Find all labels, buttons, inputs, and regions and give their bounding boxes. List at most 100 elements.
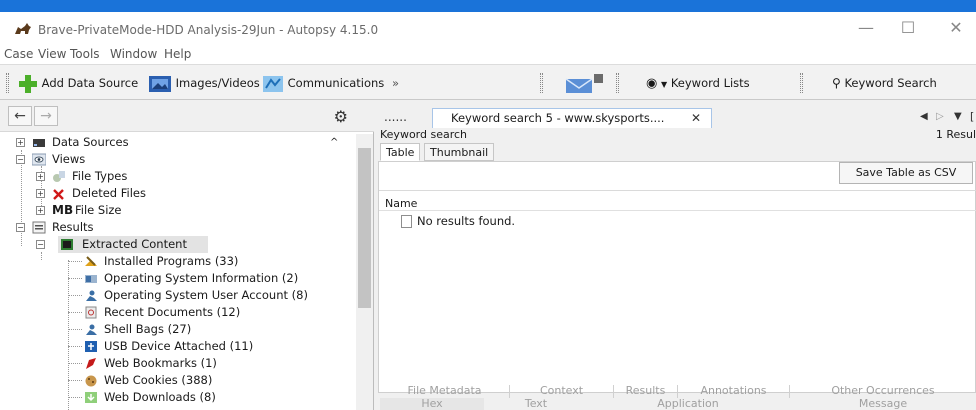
result-header: Keyword search 1 Resul [376, 128, 976, 141]
tree-scrollbar[interactable] [356, 134, 373, 410]
save-table-as-csv-button[interactable]: Save Table as CSV [839, 162, 973, 184]
tree-item-label: File Types [72, 169, 128, 183]
usb-icon [85, 341, 97, 352]
extracted-content-icon [61, 239, 73, 250]
toolbar-grip [616, 73, 619, 93]
tree-item-file-types[interactable]: + File Types [0, 168, 356, 185]
tab-file-metadata[interactable]: File Metadata [380, 385, 510, 398]
tree-item-label: Deleted Files [72, 186, 146, 200]
tab-thumbnail[interactable]: Thumbnail [424, 143, 495, 161]
tree-item-installed-programs[interactable]: Installed Programs (33) [84, 253, 354, 270]
expand-icon[interactable]: + [36, 172, 45, 181]
result-viewer-panel: ...... Keyword search 5 - www.skysports.… [376, 100, 976, 410]
tree-item-label: Web Bookmarks (1) [104, 356, 217, 370]
tree-item-label: Web Cookies (388) [104, 373, 213, 387]
communications-label: Communications [287, 76, 385, 90]
window-title: Brave-PrivateMode-HDD Analysis-29Jun - A… [38, 23, 379, 37]
toolbar-grip [6, 73, 9, 93]
tree-item-shell-bags[interactable]: Shell Bags (27) [84, 321, 354, 338]
tab-application[interactable]: Application [588, 398, 788, 410]
directory-tree-panel: ← → ⚙ + Data Sources ^ − Views + File Ty… [0, 100, 374, 410]
tab-list-dropdown-icon[interactable]: ▼ [954, 108, 962, 126]
back-button[interactable]: ← [8, 106, 32, 126]
previous-tab[interactable]: ...... [384, 108, 436, 128]
tree-item-label: Shell Bags (27) [104, 322, 192, 336]
file-types-icon [53, 171, 65, 182]
menu-tools[interactable]: Tools [70, 47, 100, 61]
tree-item-usb-device[interactable]: USB Device Attached (11) [84, 338, 354, 355]
tree-item-data-sources[interactable]: + Data Sources ^ [0, 134, 356, 151]
close-tab-icon[interactable]: ✕ [691, 109, 701, 127]
email-notification-button[interactable] [564, 72, 604, 94]
tree-item-file-size[interactable]: + MB File Size [0, 202, 356, 219]
directory-tree: + Data Sources ^ − Views + File Types + … [0, 134, 356, 410]
images-videos-button[interactable]: Images/Videos [148, 72, 260, 94]
tab-scroll-left-icon[interactable]: ◀ [920, 108, 928, 126]
menu-window[interactable]: Window [110, 47, 157, 61]
installed-programs-icon [85, 256, 97, 266]
gear-icon[interactable]: ⚙ [334, 107, 348, 126]
tab-text[interactable]: Text [484, 398, 588, 410]
expand-icon[interactable]: + [36, 189, 45, 198]
tab-maximize-icon[interactable]: [ [970, 108, 974, 126]
images-videos-icon [149, 75, 171, 92]
forward-button[interactable]: → [34, 106, 58, 126]
results-table-area: Save Table as CSV Name No results found. [378, 161, 976, 393]
tree-item-label: Views [52, 152, 86, 166]
eye-icon [32, 153, 46, 166]
toolbar-overflow-chevron[interactable]: » [392, 76, 399, 90]
tree-item-results[interactable]: − Results [0, 219, 356, 236]
tree-item-os-user-account[interactable]: Operating System User Account (8) [84, 287, 354, 304]
tree-item-label: USB Device Attached (11) [104, 339, 254, 353]
collapse-icon[interactable]: − [16, 223, 25, 232]
expand-icon[interactable]: + [36, 206, 45, 215]
tree-item-deleted-files[interactable]: + Deleted Files [0, 185, 356, 202]
tree-guide [68, 329, 82, 330]
tree-item-label: Extracted Content [82, 237, 187, 251]
tab-hex[interactable]: Hex [380, 398, 484, 410]
search-icon: ⚲ [832, 76, 841, 90]
menu-case[interactable]: Case [4, 47, 33, 61]
divider [379, 210, 976, 211]
keyword-search-label: Keyword Search [844, 76, 937, 90]
tree-item-views[interactable]: − Views [0, 151, 356, 168]
tab-keyword-search-5[interactable]: Keyword search 5 - www.skysports.... ✕ [432, 108, 712, 128]
collapse-icon[interactable]: − [16, 155, 25, 164]
menu-help[interactable]: Help [164, 47, 191, 61]
tree-nav-bar: ← → ⚙ [0, 100, 374, 132]
images-videos-label: Images/Videos [175, 76, 260, 90]
maximize-button[interactable]: ☐ [890, 18, 926, 40]
close-window-button[interactable]: ✕ [938, 18, 974, 40]
tab-message[interactable]: Message [790, 398, 976, 410]
result-count: 1 Resul [935, 128, 976, 141]
collapse-icon[interactable]: − [36, 240, 45, 249]
minimize-button[interactable]: — [848, 18, 884, 40]
drive-icon [33, 139, 45, 147]
user-account-icon [86, 290, 97, 301]
communications-icon [263, 75, 283, 92]
tree-item-web-cookies[interactable]: Web Cookies (388) [84, 372, 354, 389]
tree-guide [68, 278, 82, 279]
tree-item-web-downloads[interactable]: Web Downloads (8) [84, 389, 354, 406]
tree-item-extracted-content[interactable]: Extracted Content [58, 236, 208, 253]
collapse-caret-icon[interactable]: ^ [330, 134, 338, 151]
column-header-name[interactable]: Name [385, 197, 417, 210]
tree-item-web-bookmarks[interactable]: Web Bookmarks (1) [84, 355, 354, 372]
menu-view[interactable]: View [38, 47, 66, 61]
tab-scroll-right-icon[interactable]: ▷ [936, 108, 944, 126]
tab-table[interactable]: Table [380, 143, 421, 161]
expand-icon[interactable]: + [16, 138, 25, 147]
tree-item-recent-documents[interactable]: Recent Documents (12) [84, 304, 354, 321]
tree-guide [68, 312, 82, 313]
add-data-source-button[interactable]: Add Data Source [18, 72, 138, 94]
add-data-source-label: Add Data Source [41, 76, 139, 90]
menu-bar: Case View Tools Window Help [0, 44, 976, 64]
communications-button[interactable]: Communications » [262, 72, 399, 94]
keyword-search-button[interactable]: ⚲ Keyword Search [832, 72, 937, 94]
tree-scrollbar-thumb[interactable] [358, 148, 371, 308]
deleted-files-icon [53, 189, 64, 200]
no-results-message: No results found. [417, 214, 516, 228]
keyword-lists-button[interactable]: ◉ ▼ Keyword Lists [646, 72, 750, 94]
tree-item-label: Operating System User Account (8) [104, 288, 308, 302]
tree-item-os-info[interactable]: Operating System Information (2) [84, 270, 354, 287]
